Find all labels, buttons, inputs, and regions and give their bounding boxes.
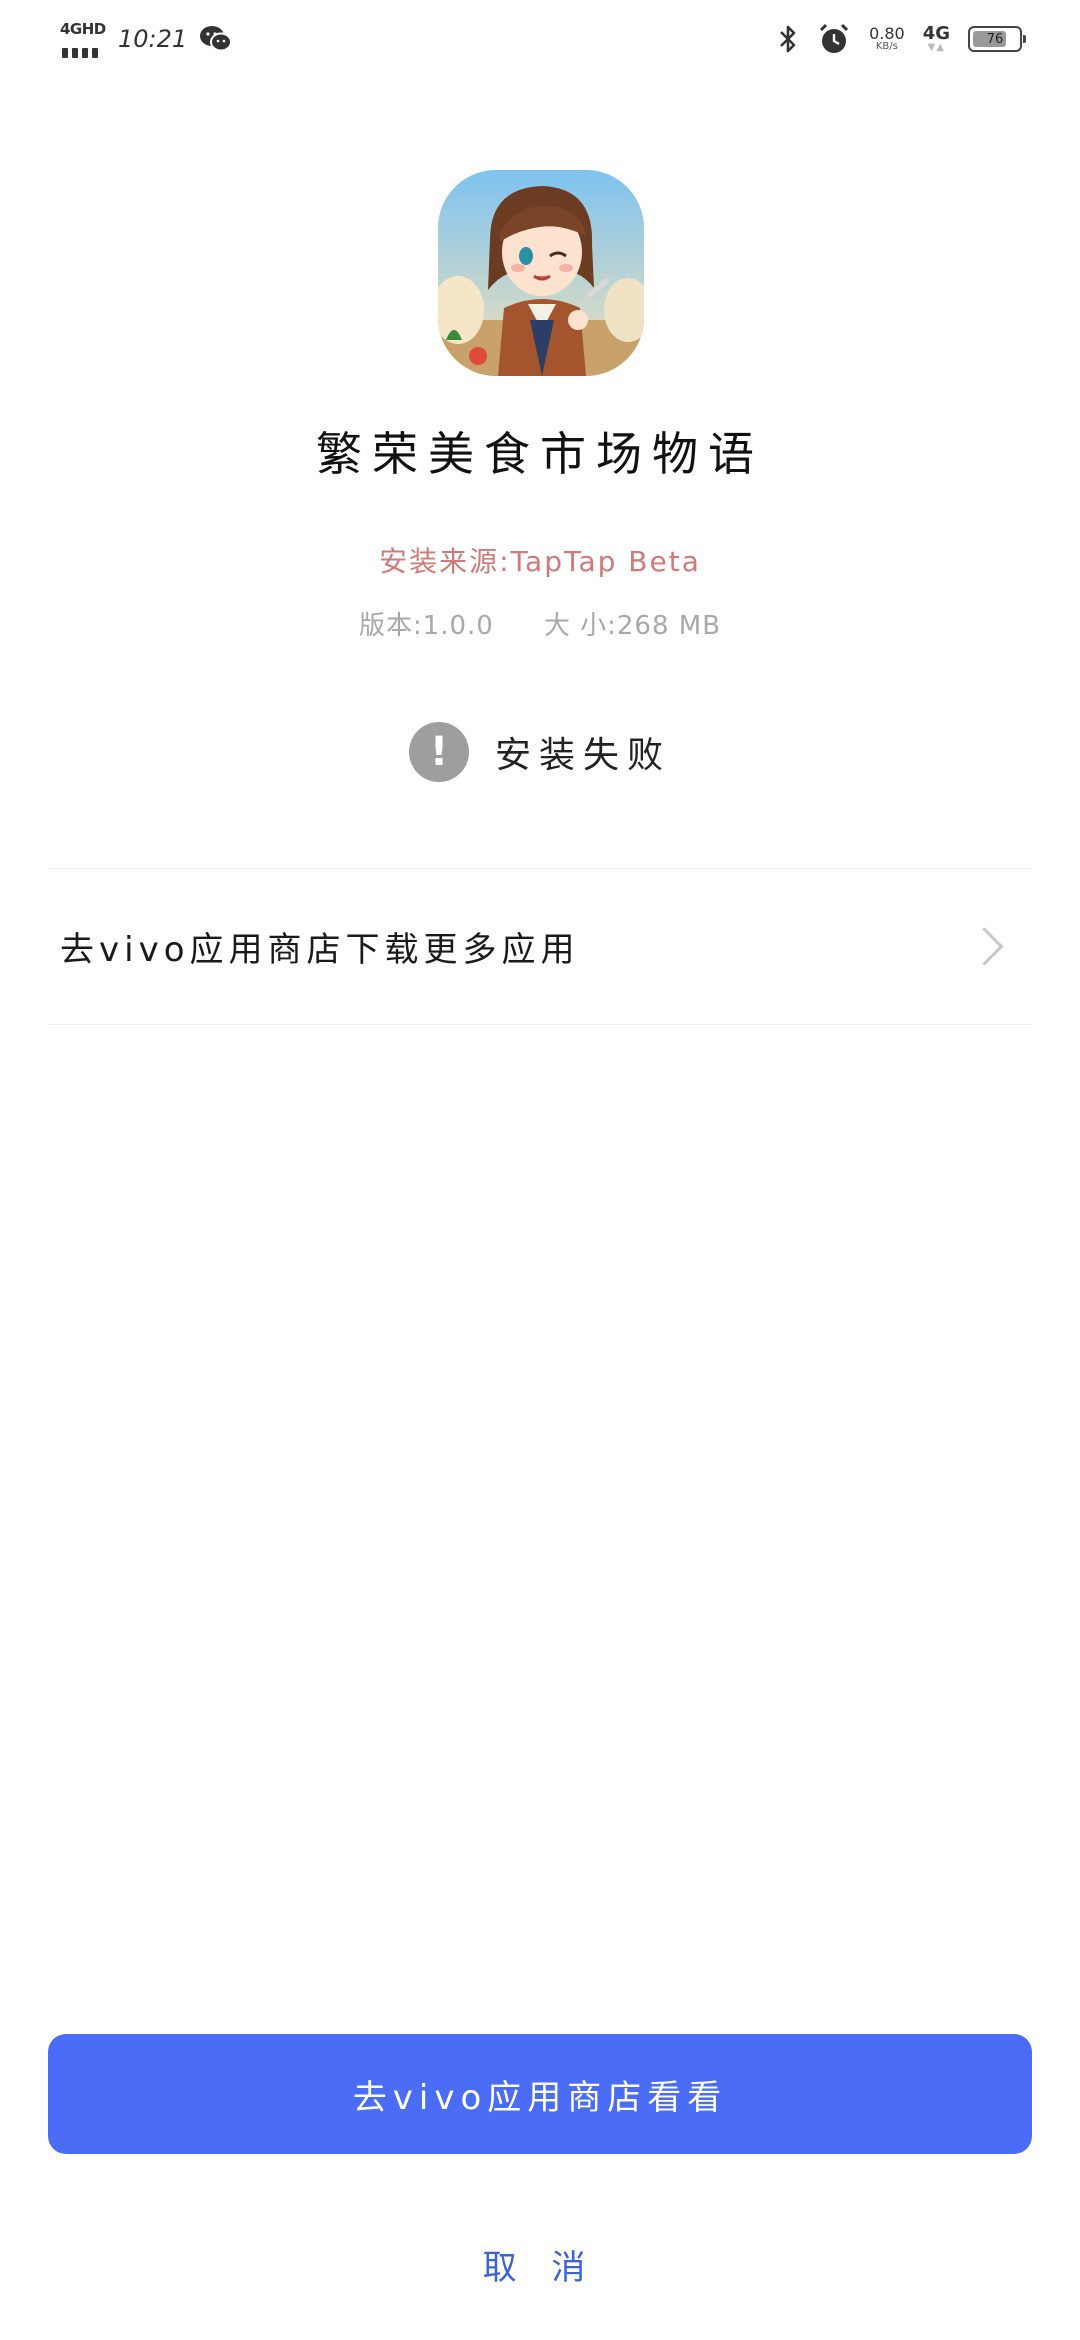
clock: 10:21 — [118, 25, 188, 53]
cellular-indicator: 4G ▼▲ — [922, 23, 950, 53]
network-type-label: 4GHD — [60, 20, 106, 38]
cancel-button[interactable]: 取 消 — [0, 2240, 1080, 2289]
alarm-icon — [820, 23, 849, 53]
network-speed-unit: KB/s — [875, 41, 898, 52]
network-speed-value: 0.80 — [869, 24, 905, 43]
store-link-row[interactable]: 去vivo应用商店下载更多应用 — [48, 868, 1032, 1024]
battery-level: 76 — [986, 31, 1004, 47]
network-speed: 0.80 KB/s — [869, 26, 905, 52]
open-store-button[interactable]: 去vivo应用商店看看 — [48, 2034, 1032, 2154]
store-link-label: 去vivo应用商店下载更多应用 — [60, 929, 580, 970]
app-size: 大 小:268 MB — [543, 611, 722, 641]
app-version: 版本:1.0.0 — [358, 611, 494, 641]
status-bar: 4GHD 10:21 0.80 KB/s 4G ▼▲ 76 — [0, 0, 1080, 84]
battery-icon: 76 — [968, 26, 1026, 52]
signal-icon: 4GHD — [60, 20, 106, 58]
warning-icon: ! — [408, 722, 469, 782]
app-name: 繁荣美食市场物语 — [316, 427, 764, 481]
install-status: ! 安装失败 — [0, 722, 1080, 782]
chevron-right-icon — [965, 926, 1004, 966]
cellular-label: 4G — [922, 23, 950, 44]
wechat-icon — [200, 26, 233, 52]
bluetooth-icon — [780, 25, 796, 53]
app-meta: 版本:1.0.0 大 小:268 MB — [0, 605, 1080, 642]
divider — [48, 1024, 1032, 1025]
game-avatar-icon — [438, 170, 644, 376]
install-status-text: 安装失败 — [494, 735, 671, 776]
install-source: 安装来源:TapTap Beta — [379, 545, 701, 578]
